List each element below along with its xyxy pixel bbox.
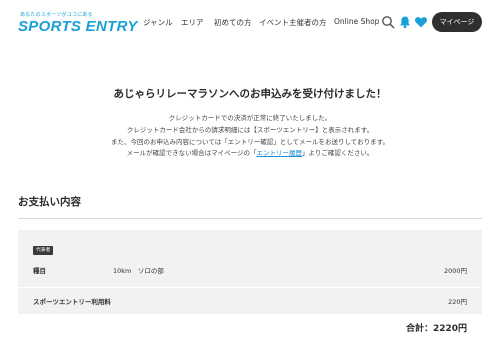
logo-tagline: あなたのスポーツがココにある: [20, 12, 93, 18]
representative-badge: 代表者: [33, 246, 54, 255]
total-amount: 合計：2220円: [405, 324, 467, 334]
nav-item-area[interactable]: エリア: [181, 17, 204, 28]
item-name: 10km ソロの部: [113, 267, 164, 275]
site-header: あなたのスポーツがココにある SPORTS ENTRY ジャンル エリア 初めて…: [0, 0, 500, 46]
nav-item-genre[interactable]: ジャンル: [143, 17, 173, 28]
heart-icon[interactable]: [414, 15, 428, 29]
nav-item-organizers[interactable]: イベント主催者の方: [259, 17, 327, 28]
fee-label: スポーツエントリー利用料: [33, 298, 111, 306]
item-price: 2000円: [443, 267, 467, 275]
site-logo[interactable]: あなたのスポーツがココにある SPORTS ENTRY: [18, 11, 137, 35]
message-line-1: クレジットカードでの決済が正常に終了いたしました。: [168, 114, 332, 122]
mypage-button[interactable]: マイページ: [432, 12, 482, 32]
page-title: あじゃらリレーマラソンへのお申込みを受け付けました！: [113, 88, 387, 100]
message-line-4-after: 」よりご確認ください。: [302, 149, 374, 157]
logo-text: SPORTS ENTRY: [18, 18, 138, 35]
row-divider: [18, 287, 482, 288]
payment-section-title: お支払い内容: [18, 196, 81, 208]
bell-icon[interactable]: [398, 15, 412, 29]
section-divider: [18, 218, 482, 219]
message-line-3: また、今回のお申込み内容については「エントリー確認」としてメールをお送りしており…: [111, 138, 389, 146]
search-icon[interactable]: [381, 15, 395, 29]
nav-item-beginners[interactable]: 初めての方: [214, 17, 252, 28]
message-line-4-before: メールが確認できない場合はマイページの「: [126, 149, 257, 157]
entry-history-link[interactable]: エントリー履歴: [257, 149, 303, 157]
item-label: 種目: [33, 267, 46, 275]
nav-item-online-shop[interactable]: Online Shop: [334, 17, 379, 26]
message-line-4: メールが確認できない場合はマイページの「エントリー履歴」よりご確認ください。: [0, 147, 500, 157]
fee-price: 220円: [448, 298, 467, 306]
message-line-2: クレジットカード会社からの請求明細には【スポーツエントリー】と表示されます。: [126, 126, 374, 134]
